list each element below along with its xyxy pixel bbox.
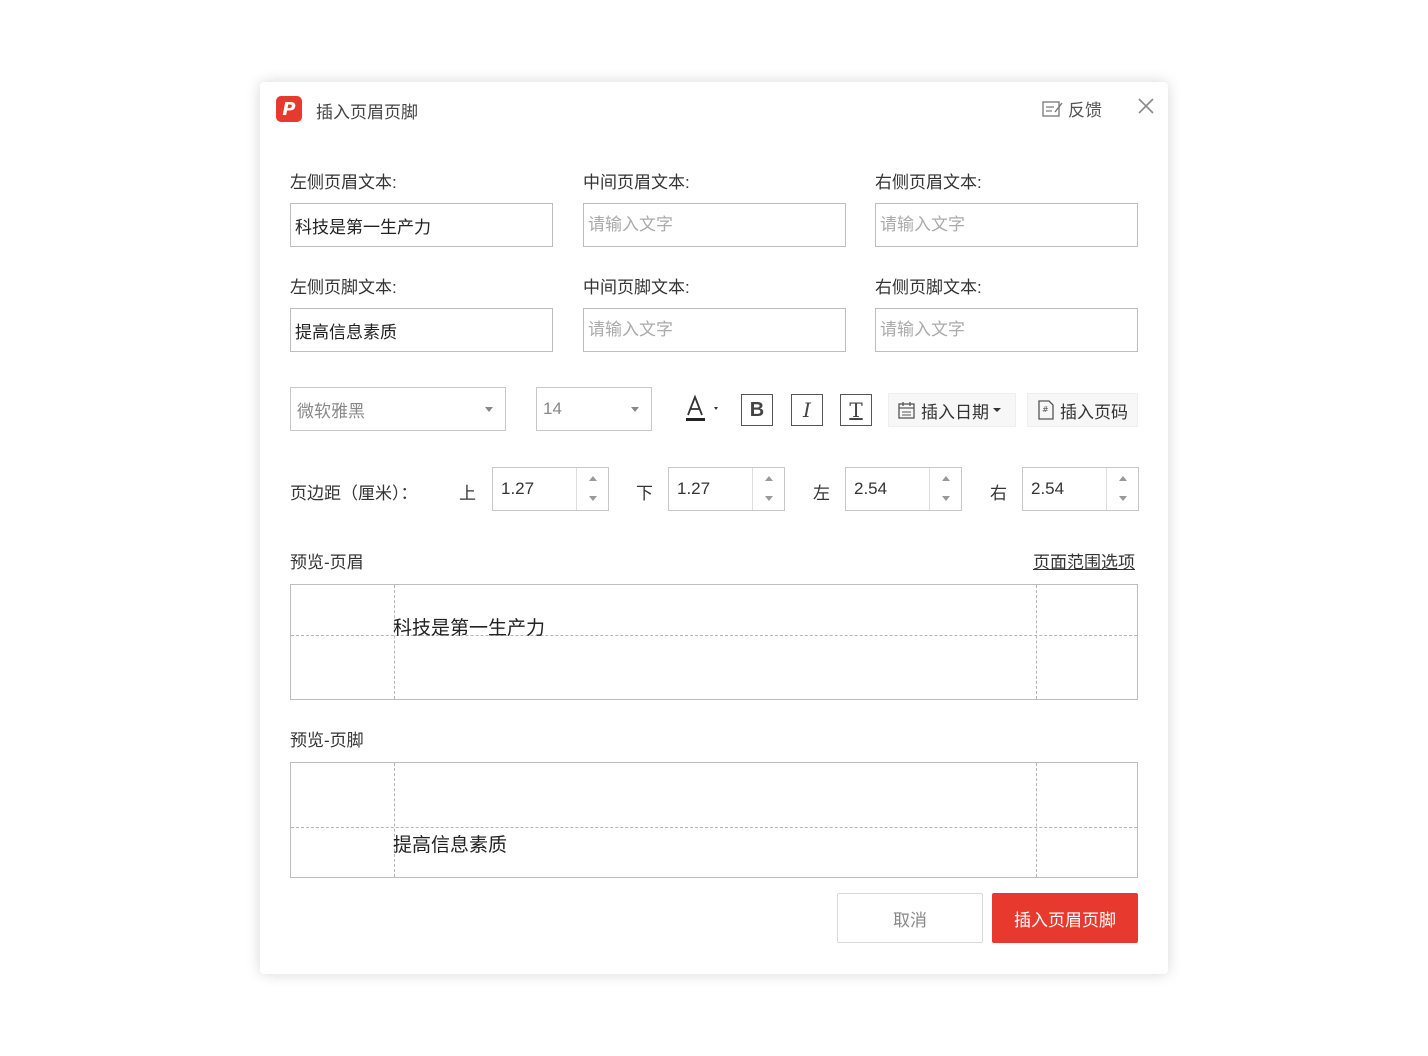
left-footer-input[interactable] — [290, 308, 553, 352]
header-preview-text: 科技是第一生产力 — [393, 618, 546, 639]
decrement-arrow-icon[interactable] — [753, 489, 785, 510]
preview-guide-line — [394, 585, 395, 699]
feedback-label: 反馈 — [1068, 101, 1102, 120]
feedback-icon — [1042, 100, 1063, 117]
page-number-icon: # — [1038, 400, 1054, 420]
margin-right-stepper[interactable]: 2.54 — [1022, 467, 1139, 511]
svg-text:#: # — [1042, 405, 1049, 414]
font-size-select[interactable]: 14 — [536, 387, 652, 431]
font-name-value: 微软雅黑 — [297, 401, 365, 421]
decrement-arrow-icon[interactable] — [930, 489, 962, 510]
footer-preview-box: 提高信息素质 — [290, 762, 1138, 878]
margin-right-value: 2.54 — [1031, 479, 1065, 498]
preview-guide-line — [394, 763, 395, 877]
font-color-button[interactable] — [684, 394, 724, 424]
chevron-down-icon — [485, 407, 493, 412]
margin-left-value: 2.54 — [854, 479, 888, 498]
center-header-input[interactable] — [583, 203, 846, 247]
preview-guide-line — [1036, 763, 1037, 877]
margin-bottom-label: 下 — [636, 484, 653, 503]
margin-top-stepper[interactable]: 1.27 — [492, 467, 609, 511]
insert-date-button[interactable]: 插入日期 — [888, 393, 1016, 427]
preview-guide-line — [1036, 585, 1037, 699]
increment-arrow-icon[interactable] — [930, 468, 962, 489]
insert-header-footer-button[interactable]: 插入页眉页脚 — [992, 893, 1138, 943]
decrement-arrow-icon[interactable] — [1107, 489, 1139, 510]
insert-page-number-label: 插入页码 — [1060, 402, 1128, 422]
bold-button[interactable]: B — [741, 394, 773, 426]
right-header-label: 右侧页眉文本: — [875, 173, 982, 192]
app-logo-icon: P — [276, 96, 302, 122]
left-header-label: 左侧页眉文本: — [290, 173, 397, 192]
page-range-options-link[interactable]: 页面范围选项 — [1033, 548, 1135, 573]
dialog-title: 插入页眉页脚 — [316, 103, 418, 122]
margin-bottom-stepper[interactable]: 1.27 — [668, 467, 785, 511]
cancel-button[interactable]: 取消 — [837, 893, 983, 943]
margin-bottom-value: 1.27 — [677, 479, 711, 498]
font-size-value: 14 — [543, 399, 562, 418]
caret-down-icon — [993, 408, 1001, 412]
increment-arrow-icon[interactable] — [753, 468, 785, 489]
center-footer-label: 中间页脚文本: — [583, 278, 690, 297]
increment-arrow-icon[interactable] — [577, 468, 609, 489]
calendar-icon — [898, 402, 915, 419]
margin-left-label: 左 — [813, 484, 830, 503]
preview-guide-line — [291, 827, 1137, 828]
font-name-select[interactable]: 微软雅黑 — [290, 387, 506, 431]
footer-preview-text: 提高信息素质 — [393, 835, 508, 856]
margin-label: 页边距（厘米）： — [290, 484, 418, 503]
margin-left-stepper[interactable]: 2.54 — [845, 467, 962, 511]
decrement-arrow-icon[interactable] — [577, 489, 609, 510]
insert-header-footer-dialog: P 插入页眉页脚 反馈 左侧页眉文本: 中间页眉文本: 右侧页眉文本: 左侧页脚… — [260, 82, 1168, 974]
header-preview-box: 科技是第一生产力 — [290, 584, 1138, 700]
underline-button[interactable]: T — [840, 394, 872, 426]
increment-arrow-icon[interactable] — [1107, 468, 1139, 489]
preview-header-title: 预览-页眉 — [290, 553, 364, 572]
center-footer-input[interactable] — [583, 308, 846, 352]
right-footer-label: 右侧页脚文本: — [875, 278, 982, 297]
preview-footer-title: 预览-页脚 — [290, 731, 364, 750]
font-color-icon — [686, 394, 718, 421]
close-icon[interactable] — [1134, 94, 1158, 118]
insert-date-label: 插入日期 — [921, 402, 989, 422]
insert-page-number-button[interactable]: # 插入页码 — [1027, 393, 1138, 427]
center-header-label: 中间页眉文本: — [583, 173, 690, 192]
right-header-input[interactable] — [875, 203, 1138, 247]
left-header-input[interactable] — [290, 203, 553, 247]
right-footer-input[interactable] — [875, 308, 1138, 352]
feedback-button[interactable]: 反馈 — [1042, 96, 1102, 121]
margin-right-label: 右 — [990, 484, 1007, 503]
left-footer-label: 左侧页脚文本: — [290, 278, 397, 297]
italic-button[interactable]: I — [791, 394, 823, 426]
margin-top-label: 上 — [459, 484, 476, 503]
chevron-down-icon — [631, 407, 639, 412]
margin-top-value: 1.27 — [501, 479, 535, 498]
